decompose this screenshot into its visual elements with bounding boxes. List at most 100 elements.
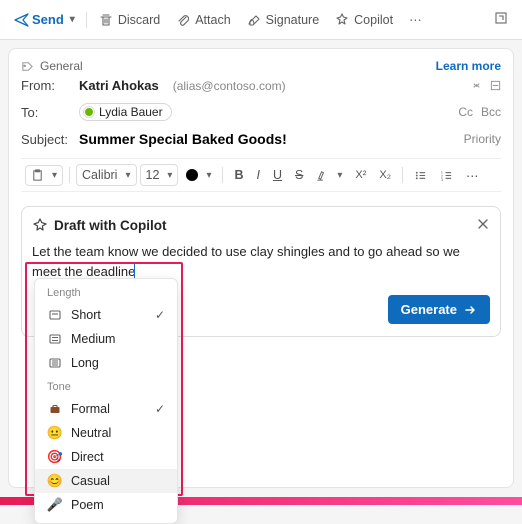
more-format-button[interactable]: ⋯	[461, 165, 485, 186]
copilot-options-menu: Length Short ✓ Medium Long Tone Formal ✓…	[34, 278, 178, 524]
copilot-panel-title: Draft with Copilot	[54, 218, 166, 233]
font-family-select[interactable]: Calibri ▾	[76, 164, 136, 186]
length-section-label: Length	[35, 285, 177, 303]
cc-button[interactable]: Cc	[458, 105, 473, 119]
briefcase-icon	[47, 401, 63, 417]
to-label: To:	[21, 105, 71, 120]
smile-emoji-icon: 😊	[47, 473, 63, 489]
chevron-down-icon: ▾	[206, 170, 211, 181]
bulleted-list-button[interactable]	[409, 166, 432, 185]
tone-poem-label: Poem	[71, 498, 104, 512]
copilot-spark-icon	[32, 218, 48, 234]
long-icon	[47, 355, 63, 371]
attach-label: Attach	[195, 13, 230, 27]
subject-label: Subject:	[21, 132, 71, 147]
priority-button[interactable]: Priority	[464, 132, 501, 146]
send-button[interactable]: Send ▾	[8, 9, 81, 31]
color-swatch-icon	[186, 169, 198, 181]
prompt-text: Let the team know we decided to use clay…	[32, 244, 460, 279]
short-icon	[47, 307, 63, 323]
tone-neutral-label: Neutral	[71, 426, 111, 440]
tone-section-label: Tone	[35, 379, 177, 397]
subject-input[interactable]	[79, 131, 456, 147]
font-family-label: Calibri	[82, 168, 117, 182]
tone-option-formal[interactable]: Formal ✓	[35, 397, 177, 421]
length-option-long[interactable]: Long	[35, 351, 177, 375]
signature-icon	[247, 13, 261, 27]
clipboard-icon	[31, 169, 44, 182]
learn-more-link[interactable]: Learn more	[436, 59, 501, 73]
attach-button[interactable]: Attach	[169, 9, 237, 31]
recipient-pill[interactable]: Lydia Bauer	[79, 103, 172, 121]
superscript-button[interactable]: X²	[350, 166, 371, 184]
chevron-down-icon[interactable]: ▾	[70, 14, 75, 25]
tone-casual-label: Casual	[71, 474, 110, 488]
medium-icon	[47, 331, 63, 347]
more-icon: ⋯	[409, 12, 423, 27]
font-color-button[interactable]: ▾	[181, 166, 216, 184]
more-button[interactable]: ⋯	[402, 8, 430, 31]
copilot-icon	[335, 13, 349, 27]
underline-button[interactable]: U	[268, 165, 287, 185]
tone-direct-label: Direct	[71, 450, 104, 464]
trash-icon	[99, 13, 113, 27]
copilot-button[interactable]: Copilot	[328, 9, 400, 31]
compose-toolbar: Send ▾ Discard Attach Signature Copilot …	[0, 0, 522, 40]
length-medium-label: Medium	[71, 332, 115, 346]
length-option-medium[interactable]: Medium	[35, 327, 177, 351]
presence-available-icon	[84, 107, 94, 117]
highlight-icon	[316, 169, 329, 182]
italic-button[interactable]: I	[252, 165, 265, 185]
tone-option-poem[interactable]: 🎤 Poem	[35, 493, 177, 517]
tone-option-casual[interactable]: 😊 Casual	[35, 469, 177, 493]
from-name[interactable]: Katri Ahokas	[79, 78, 159, 93]
arrow-right-icon	[463, 303, 477, 317]
paste-options-button[interactable]: ▾	[25, 165, 63, 186]
generate-label: Generate	[401, 302, 457, 317]
length-option-short[interactable]: Short ✓	[35, 303, 177, 327]
tone-option-direct[interactable]: 🎯 Direct	[35, 445, 177, 469]
tag-icon	[21, 60, 34, 73]
expand-alias-icon[interactable]	[471, 80, 482, 91]
separator	[86, 12, 87, 28]
sensitivity-tag-row: General Learn more	[21, 59, 501, 73]
checkmark-icon: ✓	[155, 402, 165, 416]
copilot-label: Copilot	[354, 13, 393, 27]
length-short-label: Short	[71, 308, 101, 322]
bold-button[interactable]: B	[229, 165, 248, 185]
subscript-button[interactable]: X₂	[374, 166, 396, 184]
signature-label: Signature	[266, 13, 320, 27]
send-icon	[14, 12, 30, 28]
send-label: Send	[32, 12, 64, 27]
popout-button[interactable]	[488, 7, 514, 32]
chevron-down-icon: ▾	[167, 170, 172, 181]
generate-button[interactable]: Generate	[388, 295, 490, 324]
discard-label: Discard	[118, 13, 160, 27]
svg-text:3: 3	[441, 178, 443, 182]
tone-formal-label: Formal	[71, 402, 110, 416]
subject-row: Subject: Priority	[21, 126, 501, 152]
recipient-name: Lydia Bauer	[99, 105, 163, 119]
tone-option-neutral[interactable]: 😐 Neutral	[35, 421, 177, 445]
close-button[interactable]	[476, 217, 490, 234]
neutral-emoji-icon: 😐	[47, 425, 63, 441]
format-bar: ▾ Calibri ▾ 12 ▾ ▾ B I U S ▾ X² X₂	[21, 158, 501, 192]
from-row: From: Katri Ahokas (alias@contoso.com)	[21, 73, 501, 98]
font-size-select[interactable]: 12 ▾	[140, 164, 179, 186]
to-row: To: Lydia Bauer Cc Bcc	[21, 98, 501, 126]
remove-from-icon[interactable]	[490, 80, 501, 91]
attach-icon	[176, 13, 190, 27]
discard-button[interactable]: Discard	[92, 9, 167, 31]
popout-icon	[494, 11, 508, 25]
strikethrough-button[interactable]: S	[290, 165, 308, 185]
tag-label[interactable]: General	[40, 59, 83, 73]
more-icon: ⋯	[466, 168, 480, 183]
text-cursor-icon	[134, 264, 135, 279]
numbered-list-button[interactable]: 123	[435, 166, 458, 185]
copilot-prompt-textarea[interactable]: Let the team know we decided to use clay…	[32, 242, 490, 281]
chevron-down-icon: ▾	[52, 170, 57, 181]
highlight-button[interactable]: ▾	[311, 166, 347, 185]
number-list-icon: 123	[440, 169, 453, 182]
bcc-button[interactable]: Bcc	[481, 105, 501, 119]
signature-button[interactable]: Signature	[240, 9, 327, 31]
